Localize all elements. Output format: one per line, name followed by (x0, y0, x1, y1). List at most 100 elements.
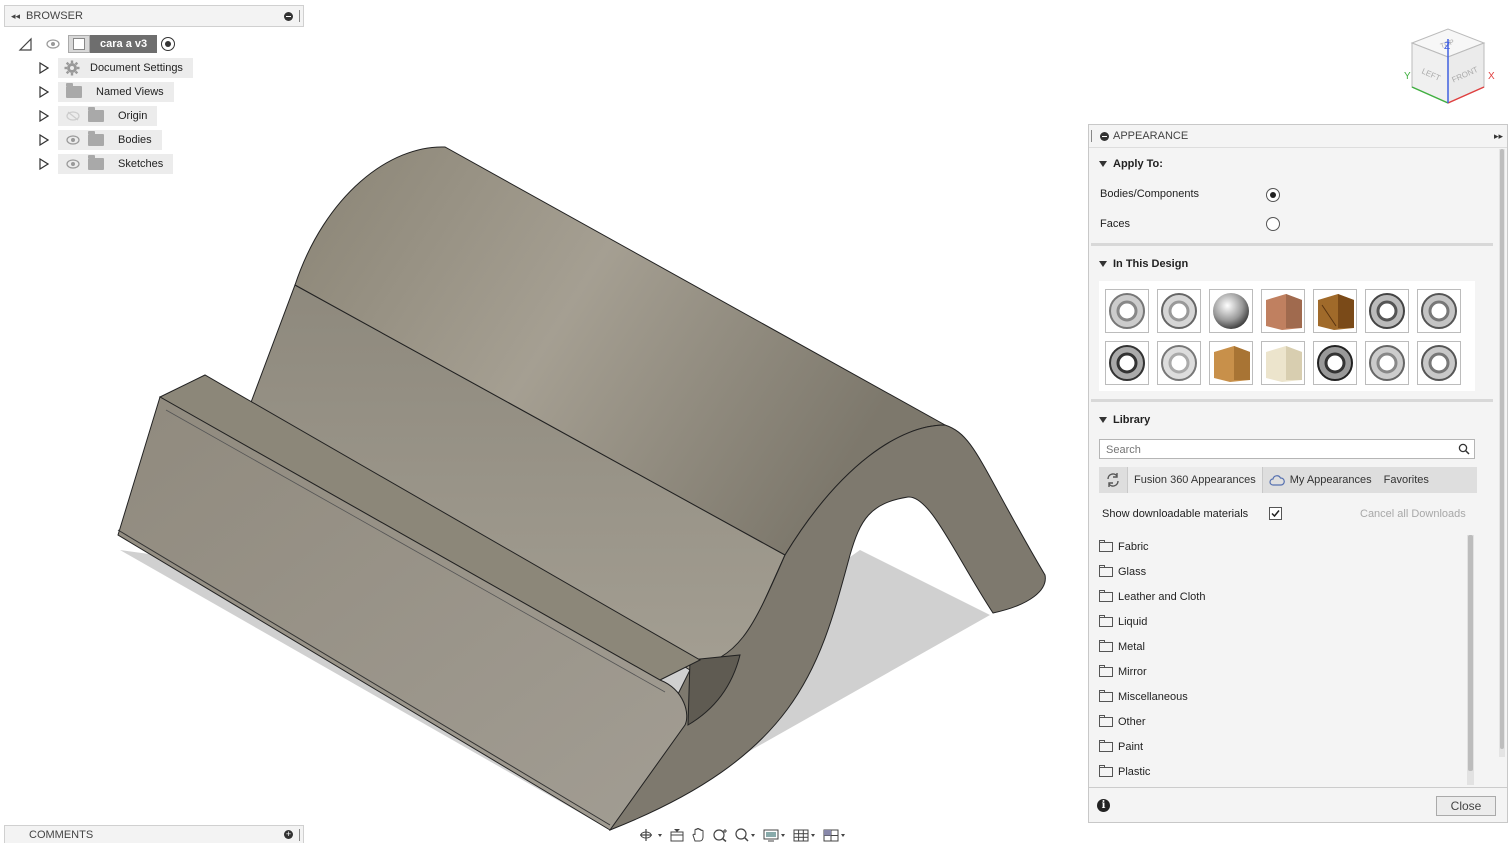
show-downloadable-checkbox[interactable] (1269, 507, 1282, 520)
collapse-triangle-icon[interactable] (18, 37, 32, 51)
swatch-chrome-ring[interactable] (1365, 341, 1409, 385)
library-search-input[interactable] (1104, 441, 1448, 459)
visibility-eye-icon[interactable] (46, 37, 60, 51)
expand-triangle-icon[interactable] (38, 133, 50, 147)
origin-chip[interactable]: Origin (58, 106, 158, 126)
tree-item-label: Named Views (96, 86, 164, 98)
close-button[interactable]: Close (1436, 796, 1496, 816)
browser-item-document-settings[interactable]: Document Settings (38, 58, 193, 78)
section-divider (1091, 243, 1493, 246)
minimize-icon[interactable] (1100, 131, 1109, 141)
grid-settings-icon[interactable] (792, 828, 818, 842)
swatch-light-wood-cube[interactable] (1261, 341, 1305, 385)
expand-triangle-icon[interactable] (38, 157, 50, 171)
visibility-eye-icon[interactable] (66, 133, 80, 147)
library-category-liquid[interactable]: Liquid (1099, 612, 1147, 632)
panel-scrollbar-thumb[interactable] (1500, 149, 1504, 749)
library-category-leather-and-cloth[interactable]: Leather and Cloth (1099, 587, 1205, 607)
browser-item-named-views[interactable]: Named Views (38, 82, 174, 102)
hidden-eye-icon[interactable] (66, 109, 80, 123)
folder-icon (1099, 615, 1113, 627)
look-at-icon[interactable] (668, 828, 686, 842)
swatch-chrome-ring[interactable] (1157, 289, 1201, 333)
document-settings-chip[interactable]: Document Settings (58, 58, 193, 78)
folder-icon (1099, 590, 1113, 602)
library-category-miscellaneous[interactable]: Miscellaneous (1099, 687, 1188, 707)
comments-title: COMMENTS (29, 828, 94, 841)
library-category-metal[interactable]: Metal (1099, 637, 1145, 657)
display-settings-icon[interactable] (762, 828, 788, 842)
panel-grip-icon[interactable] (1091, 130, 1092, 142)
orbit-icon[interactable] (638, 828, 664, 842)
search-icon[interactable] (1458, 443, 1470, 455)
cancel-all-downloads-link[interactable]: Cancel all Downloads (1360, 508, 1466, 520)
viewports-icon[interactable] (822, 828, 848, 842)
folder-icon (1099, 765, 1113, 777)
appearance-panel: APPEARANCE ▸▸ Apply To: Bodies/Component… (1088, 124, 1508, 823)
collapse-icon[interactable]: ◂◂ (11, 11, 20, 22)
swatch-chrome-ring[interactable] (1157, 341, 1201, 385)
library-scrollbar[interactable] (1467, 535, 1474, 785)
zoom-icon[interactable] (712, 828, 730, 842)
library-section-header[interactable]: Library (1099, 414, 1150, 426)
appearance-title: APPEARANCE (1113, 130, 1189, 142)
fit-zoom-icon[interactable] (734, 827, 758, 842)
swatch-copper-cube[interactable] (1261, 289, 1305, 333)
swatch-wood-cube[interactable] (1313, 289, 1357, 333)
apply-to-title: Apply To: (1113, 158, 1163, 170)
panel-grip-icon[interactable] (299, 828, 300, 841)
expand-triangle-icon[interactable] (38, 109, 50, 123)
tab-my-appearances[interactable]: My Appearances (1263, 467, 1378, 493)
panel-scrollbar[interactable] (1499, 149, 1505, 757)
expand-triangle-icon[interactable] (38, 61, 50, 75)
bodies-components-radio[interactable] (1266, 188, 1280, 202)
expand-triangle-icon[interactable] (38, 85, 50, 99)
expand-panel-icon[interactable]: ▸▸ (1494, 131, 1503, 142)
add-comment-icon[interactable]: + (284, 830, 293, 839)
library-category-other[interactable]: Other (1099, 712, 1146, 732)
swatch-dark-ring[interactable] (1313, 341, 1357, 385)
folder-icon (1099, 540, 1113, 552)
library-tab-bar: Fusion 360 Appearances My Appearances Fa… (1099, 467, 1477, 493)
swatch-dark-ring[interactable] (1105, 341, 1149, 385)
apply-to-section-header[interactable]: Apply To: (1099, 158, 1163, 170)
library-category-mirror[interactable]: Mirror (1099, 662, 1147, 682)
swatch-chrome-sphere[interactable] (1209, 289, 1253, 333)
model-viewport[interactable] (100, 135, 1060, 835)
tree-item-label: Document Settings (90, 62, 183, 74)
library-category-paint[interactable]: Paint (1099, 737, 1143, 757)
faces-radio[interactable] (1266, 217, 1280, 231)
named-views-chip[interactable]: Named Views (58, 82, 174, 102)
category-label: Liquid (1118, 616, 1148, 628)
info-icon[interactable]: i (1097, 799, 1110, 812)
activate-radio-icon[interactable] (161, 37, 176, 51)
swatch-chrome-ring[interactable] (1417, 341, 1461, 385)
browser-panel-header: ◂◂ BROWSER (4, 5, 304, 27)
tab-fusion-360-appearances[interactable]: Fusion 360 Appearances (1128, 467, 1263, 493)
swatch-chrome-ring[interactable] (1417, 289, 1461, 333)
category-label: Metal (1118, 641, 1145, 653)
refresh-icon[interactable] (1099, 467, 1128, 493)
visibility-eye-icon[interactable] (66, 157, 80, 171)
axis-z-label: Z (1444, 41, 1450, 52)
checkmark-icon (1271, 510, 1280, 518)
root-component-label[interactable]: cara a v3 (90, 35, 158, 53)
library-category-plastic[interactable]: Plastic (1099, 762, 1150, 782)
library-scrollbar-thumb[interactable] (1468, 535, 1473, 771)
axis-y-label: Y (1404, 71, 1411, 82)
browser-root-row[interactable]: cara a v3 (18, 34, 176, 54)
in-this-design-section-header[interactable]: In This Design (1099, 258, 1188, 270)
view-cube[interactable]: TOP LEFT FRONT X Y Z (1398, 25, 1498, 110)
panel-grip-icon[interactable] (299, 10, 300, 22)
tab-favorites[interactable]: Favorites (1378, 467, 1435, 493)
library-category-glass[interactable]: Glass (1099, 562, 1146, 582)
browser-item-origin[interactable]: Origin (38, 106, 158, 126)
swatch-chrome-ring[interactable] (1365, 289, 1409, 333)
library-search-box[interactable] (1099, 439, 1475, 459)
pan-hand-icon[interactable] (690, 827, 708, 842)
swatch-oak-cube[interactable] (1209, 341, 1253, 385)
browser-minus-icon[interactable] (284, 11, 293, 21)
swatch-chrome-ring[interactable] (1105, 289, 1149, 333)
category-label: Miscellaneous (1118, 691, 1188, 703)
library-category-fabric[interactable]: Fabric (1099, 537, 1149, 557)
